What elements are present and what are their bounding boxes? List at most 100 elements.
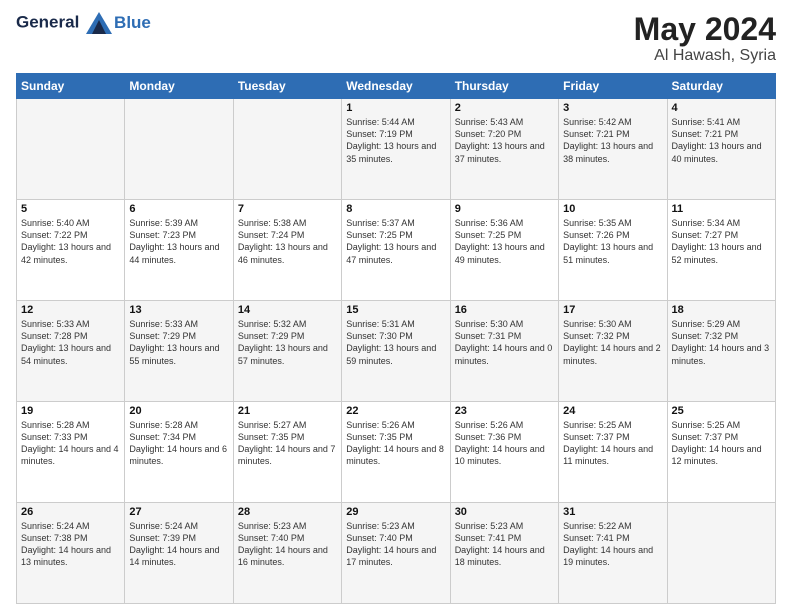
cell-info: Sunrise: 5:23 AMSunset: 7:40 PMDaylight:… bbox=[238, 520, 337, 569]
cell-info: Sunrise: 5:25 AMSunset: 7:37 PMDaylight:… bbox=[672, 419, 771, 468]
day-number: 24 bbox=[563, 405, 662, 417]
cell-info: Sunrise: 5:39 AMSunset: 7:23 PMDaylight:… bbox=[129, 217, 228, 266]
calendar-cell: 17Sunrise: 5:30 AMSunset: 7:32 PMDayligh… bbox=[559, 301, 667, 402]
day-number: 14 bbox=[238, 304, 337, 316]
calendar-cell: 24 Sunrise: 5:25 AMSunset: 7:37 PMDayligh… bbox=[559, 402, 667, 503]
day-number: 12 bbox=[21, 304, 120, 316]
header-wednesday: Wednesday bbox=[342, 74, 450, 99]
calendar-cell: 2Sunrise: 5:43 AMSunset: 7:20 PMDaylight… bbox=[450, 99, 558, 200]
calendar-cell: 6 Sunrise: 5:39 AMSunset: 7:23 PMDaylight… bbox=[125, 200, 233, 301]
header-tuesday: Tuesday bbox=[233, 74, 341, 99]
day-number: 31 bbox=[563, 506, 662, 518]
calendar-cell: 27Sunrise: 5:24 AMSunset: 7:39 PMDayligh… bbox=[125, 503, 233, 604]
calendar-cell: 29 Sunrise: 5:23 AMSunset: 7:40 PMDayligh… bbox=[342, 503, 450, 604]
cell-info: Sunrise: 5:28 AMSunset: 7:33 PMDaylight:… bbox=[21, 419, 120, 468]
calendar-cell: 30 Sunrise: 5:23 AMSunset: 7:41 PMDayligh… bbox=[450, 503, 558, 604]
calendar-cell: 12Sunrise: 5:33 AMSunset: 7:28 PMDayligh… bbox=[17, 301, 125, 402]
location-title: Al Hawash, Syria bbox=[634, 47, 776, 65]
day-number: 28 bbox=[238, 506, 337, 518]
day-number: 29 bbox=[346, 506, 445, 518]
day-number: 26 bbox=[21, 506, 120, 518]
cell-info: Sunrise: 5:42 AMSunset: 7:21 PMDaylight:… bbox=[563, 116, 662, 165]
calendar-cell: 16 Sunrise: 5:30 AMSunset: 7:31 PMDayligh… bbox=[450, 301, 558, 402]
cell-info: Sunrise: 5:23 AMSunset: 7:40 PMDaylight:… bbox=[346, 520, 445, 569]
cell-info: Sunrise: 5:26 AMSunset: 7:36 PMDaylight:… bbox=[455, 419, 554, 468]
calendar-cell: 31 Sunrise: 5:22 AMSunset: 7:41 PMDayligh… bbox=[559, 503, 667, 604]
calendar-cell: 18Sunrise: 5:29 AMSunset: 7:32 PMDayligh… bbox=[667, 301, 775, 402]
calendar-cell: 10 Sunrise: 5:35 AMSunset: 7:26 PMDayligh… bbox=[559, 200, 667, 301]
day-number: 3 bbox=[563, 102, 662, 114]
day-number: 4 bbox=[672, 102, 771, 114]
week-row-5: 26 Sunrise: 5:24 AMSunset: 7:38 PMDayligh… bbox=[17, 503, 776, 604]
cell-info: Sunrise: 5:22 AMSunset: 7:41 PMDaylight:… bbox=[563, 520, 662, 569]
cell-info: Sunrise: 5:44 AMSunset: 7:19 PMDaylight:… bbox=[346, 116, 445, 165]
cell-info: Sunrise: 5:32 AMSunset: 7:29 PMDaylight:… bbox=[238, 318, 337, 367]
week-row-4: 19 Sunrise: 5:28 AMSunset: 7:33 PMDayligh… bbox=[17, 402, 776, 503]
cell-info: Sunrise: 5:24 AMSunset: 7:39 PMDaylight:… bbox=[129, 520, 228, 569]
cell-info: Sunrise: 5:33 AMSunset: 7:29 PMDaylight:… bbox=[129, 318, 228, 367]
calendar-cell: 15 Sunrise: 5:31 AMSunset: 7:30 PMDayligh… bbox=[342, 301, 450, 402]
cell-info: Sunrise: 5:24 AMSunset: 7:38 PMDaylight:… bbox=[21, 520, 120, 569]
calendar-cell: 22Sunrise: 5:26 AMSunset: 7:35 PMDayligh… bbox=[342, 402, 450, 503]
day-number: 10 bbox=[563, 203, 662, 215]
day-number: 19 bbox=[21, 405, 120, 417]
calendar-cell: 9Sunrise: 5:36 AMSunset: 7:25 PMDaylight… bbox=[450, 200, 558, 301]
day-number: 11 bbox=[672, 203, 771, 215]
day-number: 6 bbox=[129, 203, 228, 215]
calendar-table: Sunday Monday Tuesday Wednesday Thursday… bbox=[16, 73, 776, 604]
cell-info: Sunrise: 5:27 AMSunset: 7:35 PMDaylight:… bbox=[238, 419, 337, 468]
day-number: 8 bbox=[346, 203, 445, 215]
calendar-cell: 28 Sunrise: 5:23 AMSunset: 7:40 PMDayligh… bbox=[233, 503, 341, 604]
cell-info: Sunrise: 5:28 AMSunset: 7:34 PMDaylight:… bbox=[129, 419, 228, 468]
day-header-row: Sunday Monday Tuesday Wednesday Thursday… bbox=[17, 74, 776, 99]
day-number: 23 bbox=[455, 405, 554, 417]
day-number: 1 bbox=[346, 102, 445, 114]
logo-text: General Blue bbox=[16, 12, 151, 34]
day-number: 16 bbox=[455, 304, 554, 316]
logo-line2: Blue bbox=[114, 14, 151, 33]
cell-info: Sunrise: 5:38 AMSunset: 7:24 PMDaylight:… bbox=[238, 217, 337, 266]
calendar-cell: 23 Sunrise: 5:26 AMSunset: 7:36 PMDayligh… bbox=[450, 402, 558, 503]
day-number: 2 bbox=[455, 102, 554, 114]
calendar-cell: 8 Sunrise: 5:37 AMSunset: 7:25 PMDaylight… bbox=[342, 200, 450, 301]
calendar-cell: 14 Sunrise: 5:32 AMSunset: 7:29 PMDayligh… bbox=[233, 301, 341, 402]
calendar-cell bbox=[233, 99, 341, 200]
calendar-cell: 26 Sunrise: 5:24 AMSunset: 7:38 PMDayligh… bbox=[17, 503, 125, 604]
day-number: 15 bbox=[346, 304, 445, 316]
logo: General Blue bbox=[16, 12, 151, 34]
calendar-cell: 19 Sunrise: 5:28 AMSunset: 7:33 PMDayligh… bbox=[17, 402, 125, 503]
day-number: 18 bbox=[672, 304, 771, 316]
title-block: May 2024 Al Hawash, Syria bbox=[634, 12, 776, 65]
cell-info: Sunrise: 5:37 AMSunset: 7:25 PMDaylight:… bbox=[346, 217, 445, 266]
header: General Blue May 2024 Al Hawash, Syria bbox=[16, 12, 776, 65]
day-number: 30 bbox=[455, 506, 554, 518]
day-number: 20 bbox=[129, 405, 228, 417]
cell-info: Sunrise: 5:23 AMSunset: 7:41 PMDaylight:… bbox=[455, 520, 554, 569]
week-row-2: 5Sunrise: 5:40 AMSunset: 7:22 PMDaylight… bbox=[17, 200, 776, 301]
cell-info: Sunrise: 5:35 AMSunset: 7:26 PMDaylight:… bbox=[563, 217, 662, 266]
calendar-cell: 3 Sunrise: 5:42 AMSunset: 7:21 PMDaylight… bbox=[559, 99, 667, 200]
day-number: 9 bbox=[455, 203, 554, 215]
logo-icon bbox=[86, 12, 112, 34]
header-monday: Monday bbox=[125, 74, 233, 99]
calendar-cell: 20 Sunrise: 5:28 AMSunset: 7:34 PMDayligh… bbox=[125, 402, 233, 503]
header-sunday: Sunday bbox=[17, 74, 125, 99]
calendar-cell: 21 Sunrise: 5:27 AMSunset: 7:35 PMDayligh… bbox=[233, 402, 341, 503]
day-number: 7 bbox=[238, 203, 337, 215]
calendar-page: General Blue May 2024 Al Hawash, Syria S… bbox=[0, 0, 792, 612]
day-number: 13 bbox=[129, 304, 228, 316]
week-row-3: 12Sunrise: 5:33 AMSunset: 7:28 PMDayligh… bbox=[17, 301, 776, 402]
cell-info: Sunrise: 5:31 AMSunset: 7:30 PMDaylight:… bbox=[346, 318, 445, 367]
header-friday: Friday bbox=[559, 74, 667, 99]
month-title: May 2024 bbox=[634, 12, 776, 47]
cell-info: Sunrise: 5:30 AMSunset: 7:31 PMDaylight:… bbox=[455, 318, 554, 367]
day-number: 21 bbox=[238, 405, 337, 417]
cell-info: Sunrise: 5:34 AMSunset: 7:27 PMDaylight:… bbox=[672, 217, 771, 266]
logo-line1: General bbox=[16, 12, 112, 34]
cell-info: Sunrise: 5:25 AMSunset: 7:37 PMDaylight:… bbox=[563, 419, 662, 468]
calendar-cell bbox=[17, 99, 125, 200]
day-number: 17 bbox=[563, 304, 662, 316]
header-thursday: Thursday bbox=[450, 74, 558, 99]
cell-info: Sunrise: 5:41 AMSunset: 7:21 PMDaylight:… bbox=[672, 116, 771, 165]
calendar-cell: 11 Sunrise: 5:34 AMSunset: 7:27 PMDayligh… bbox=[667, 200, 775, 301]
